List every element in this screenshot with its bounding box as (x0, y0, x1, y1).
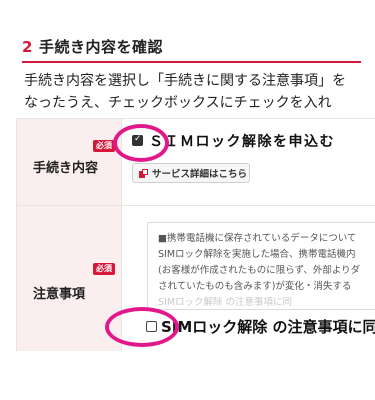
notes-header-cell: 注意事項 必須 (17, 206, 122, 351)
section-title: 手続き内容を確認 (38, 38, 163, 56)
sim-unlock-checkbox[interactable] (132, 134, 143, 146)
agree-notes-checkbox[interactable] (146, 321, 157, 332)
procedure-header-cell: 手続き内容 必須 (17, 119, 122, 206)
notice-line: (お客様が作成されたものに限らず、外部よりダ (158, 265, 361, 276)
intro-line-2: なったうえ、チェックボックスにチェックを入れ (24, 95, 332, 111)
notice-line: ■携帯電話機に保存されているデータについて (158, 233, 357, 244)
required-badge: 必須 (93, 140, 115, 152)
service-details-button[interactable]: サービス詳細はこちら (132, 163, 250, 183)
procedure-label: 手続き内容 (33, 161, 99, 176)
intro-text: 手続き内容を選択し「手続きに関する注意事項」を なったうえ、チェックボックスにチ… (24, 70, 375, 114)
agree-notes-label[interactable]: SIMロック解除 の注意事項に同 (161, 316, 375, 337)
notice-line: SIMロック解除を実施した場合、携帯電話機内 (158, 249, 356, 260)
required-badge: 必須 (93, 263, 115, 275)
notice-scroll-box[interactable]: ■携帯電話機に保存されているデータについて SIMロック解除を実施した場合、携帯… (147, 222, 375, 310)
sim-unlock-option-label[interactable]: ＳＩＭロック解除を申込む (149, 131, 335, 151)
notes-label: 注意事項 (33, 287, 86, 302)
notice-line: SIMロック解除 の注意事項に同 (158, 297, 293, 308)
section-divider (22, 61, 361, 63)
section-number: 2 (22, 38, 33, 56)
intro-line-1: 手続き内容を選択し「手続きに関する注意事項」を (24, 73, 346, 89)
row-divider (122, 205, 375, 206)
section-heading: 2 手続き内容を確認 (22, 36, 375, 57)
external-link-icon (139, 168, 148, 178)
notice-line: されていたものも含みます)が変化・消失する (158, 281, 352, 292)
service-details-label: サービス詳細はこちら (152, 169, 248, 180)
